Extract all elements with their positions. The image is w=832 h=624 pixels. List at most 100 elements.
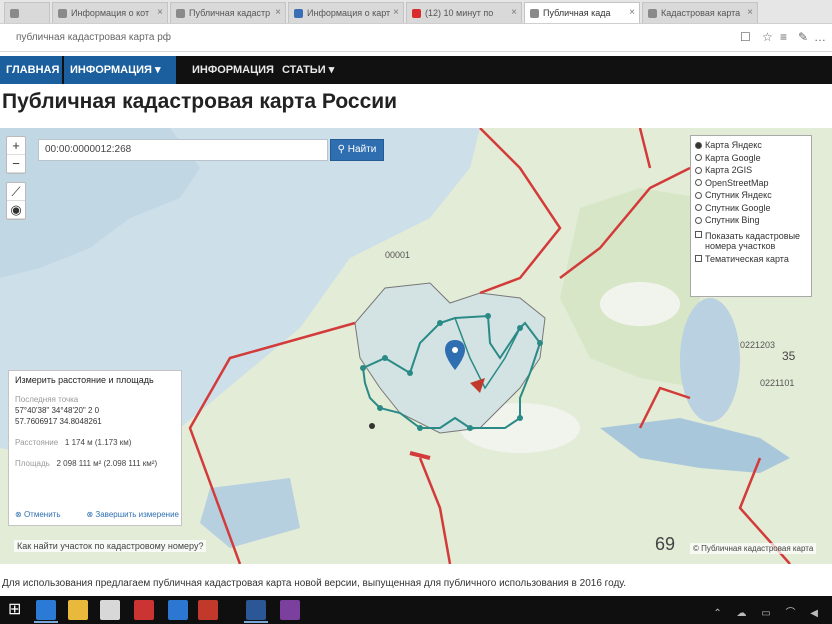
youtube-icon xyxy=(412,9,421,18)
nav-information[interactable]: ИНФОРМАЦИЯ xyxy=(186,56,280,84)
zoom-out-button[interactable]: − xyxy=(7,155,25,173)
browser-tab[interactable]: Кадастровая карта × xyxy=(642,2,758,23)
onenote-icon[interactable] xyxy=(280,600,300,620)
acrobat-icon[interactable] xyxy=(198,600,218,620)
measure-point[interactable] xyxy=(360,365,366,371)
measure-ruler-icon[interactable]: ⟋ xyxy=(7,183,25,201)
map-tools: ⟋ ◉ xyxy=(6,182,26,220)
hub-icon[interactable]: ≡ xyxy=(780,30,787,44)
overlay-option[interactable]: Тематическая карта xyxy=(695,253,807,266)
browser-tab[interactable]: Информация о карт × xyxy=(288,2,404,23)
layer-option[interactable]: Спутник Bing xyxy=(695,214,807,227)
windows-start-icon[interactable]: ⊞ xyxy=(8,600,28,620)
cancel-measure-link[interactable]: ⊗ Отменить xyxy=(15,510,61,519)
page-icon xyxy=(648,9,657,18)
chevron-down-icon: ▾ xyxy=(155,64,161,76)
page-icon xyxy=(10,9,19,18)
nav-home[interactable]: ГЛАВНАЯ xyxy=(0,56,62,84)
nav-articles[interactable]: СТАТЬИ ▾ xyxy=(276,56,340,84)
cadastral-search-input[interactable]: 00:00:0000012:268 xyxy=(38,139,328,161)
browser-tab[interactable] xyxy=(4,2,50,23)
close-icon[interactable]: × xyxy=(275,7,281,18)
overlay-option[interactable]: Показать кадастровые номера участков xyxy=(695,230,807,253)
browser-tab[interactable]: (12) 10 минут по × xyxy=(406,2,522,23)
radio-icon[interactable] xyxy=(695,154,702,162)
last-point-dms: 57°40'38" 34°48'20" 2 0 xyxy=(15,406,100,415)
close-icon[interactable]: × xyxy=(747,7,753,18)
radio-selected-icon[interactable] xyxy=(695,141,702,149)
address-text[interactable]: публичная кадастровая карта рф xyxy=(16,32,171,43)
zoom-controls: + − xyxy=(6,136,26,174)
browser-tab[interactable]: Информация о кот × xyxy=(52,2,168,23)
checkbox-icon[interactable] xyxy=(695,230,702,238)
system-tray[interactable]: ⌃ ☁ ▭ ⌒ ◀ xyxy=(713,604,824,619)
radio-icon[interactable] xyxy=(695,191,702,199)
checkbox-icon[interactable] xyxy=(695,255,702,263)
measure-point[interactable] xyxy=(382,355,388,361)
nav-info-dropdown[interactable]: ИНФОРМАЦИЯ ▾ xyxy=(64,56,176,84)
measure-point[interactable] xyxy=(485,313,491,319)
help-link[interactable]: Как найти участок по кадастровому номеру… xyxy=(14,540,207,552)
measure-panel: Измерить расстояние и площадь Последняя … xyxy=(8,370,182,526)
close-icon[interactable]: × xyxy=(157,7,163,18)
last-point-label: Последняя точка xyxy=(15,395,79,404)
distance-row: Расстояние 1 174 м (1.173 км) xyxy=(15,438,132,447)
map-label-number: 35 xyxy=(782,349,796,363)
word-icon[interactable] xyxy=(246,600,266,620)
layers-panel: Карта Яндекс Карта Google Карта 2GIS Ope… xyxy=(690,135,812,297)
search-button[interactable]: ⚲ Найти xyxy=(330,139,384,161)
store-icon[interactable] xyxy=(100,600,120,620)
page-caption: Для использования предлагаем публичная к… xyxy=(2,578,627,589)
ie-icon[interactable] xyxy=(168,600,188,620)
measure-point[interactable] xyxy=(377,405,383,411)
close-icon[interactable]: × xyxy=(393,7,399,18)
search-icon: ⚲ xyxy=(337,144,345,155)
measure-point[interactable] xyxy=(517,325,523,331)
measure-point[interactable] xyxy=(517,415,523,421)
close-icon[interactable]: × xyxy=(511,7,517,18)
measure-point[interactable] xyxy=(437,320,443,326)
measure-point[interactable] xyxy=(417,425,423,431)
last-point-decimal: 57.7606917 34.8048261 xyxy=(15,417,102,426)
favorite-star-icon[interactable]: ☆ xyxy=(762,30,773,44)
notes-icon[interactable]: ✎ xyxy=(798,30,808,44)
map-marker-dot xyxy=(452,347,458,353)
browser-tab-active[interactable]: Публичная када × xyxy=(524,2,640,23)
layer-option[interactable]: Спутник Google xyxy=(695,202,807,215)
measure-point[interactable] xyxy=(407,370,413,376)
locate-icon[interactable]: ◉ xyxy=(7,201,25,219)
page-icon xyxy=(58,9,67,18)
layer-option[interactable]: Карта Яндекс xyxy=(695,139,807,152)
address-bar[interactable]: публичная кадастровая карта рф ☐ ☆ ≡ ✎ … xyxy=(0,24,832,52)
map-copyright: © Публичная кадастровая карта xyxy=(690,543,817,554)
measure-point[interactable] xyxy=(537,340,543,346)
site-navigation: ГЛАВНАЯ ИНФОРМАЦИЯ ▾ ИНФОРМАЦИЯ СТАТЬИ ▾ xyxy=(0,56,832,84)
measure-point[interactable] xyxy=(467,425,473,431)
page-title: Публичная кадастровая карта России xyxy=(2,90,398,113)
edge-icon[interactable] xyxy=(36,600,56,620)
map-label-number: 69 xyxy=(655,534,675,554)
area-row: Площадь 2 098 111 м² (2.098 111 км²) xyxy=(15,459,158,468)
close-icon[interactable]: × xyxy=(629,7,635,18)
chevron-down-icon: ▾ xyxy=(328,64,335,76)
layer-option[interactable]: Карта 2GIS xyxy=(695,164,807,177)
layer-option[interactable]: OpenStreetMap xyxy=(695,177,807,190)
calculator-icon[interactable] xyxy=(134,600,154,620)
reading-view-icon[interactable]: ☐ xyxy=(740,30,751,44)
file-explorer-icon[interactable] xyxy=(68,600,88,620)
radio-icon[interactable] xyxy=(695,166,702,174)
windows-taskbar: ⊞ ⌃ ☁ ▭ ⌒ ◀ xyxy=(0,596,832,624)
radio-icon[interactable] xyxy=(695,179,702,187)
zoom-in-button[interactable]: + xyxy=(7,137,25,155)
measure-point-last[interactable] xyxy=(369,423,375,429)
radio-icon[interactable] xyxy=(695,216,702,224)
finish-measure-link[interactable]: ⊗ Завершить измерение xyxy=(86,510,179,519)
page-icon xyxy=(294,9,303,18)
page-icon xyxy=(176,9,185,18)
layer-option[interactable]: Спутник Яндекс xyxy=(695,189,807,202)
layer-option[interactable]: Карта Google xyxy=(695,152,807,165)
more-icon[interactable]: … xyxy=(814,30,826,44)
radio-icon[interactable] xyxy=(695,204,702,212)
browser-tab[interactable]: Публичная кадастр × xyxy=(170,2,286,23)
browser-tab-bar: Информация о кот × Публичная кадастр × Инф… xyxy=(0,0,832,24)
